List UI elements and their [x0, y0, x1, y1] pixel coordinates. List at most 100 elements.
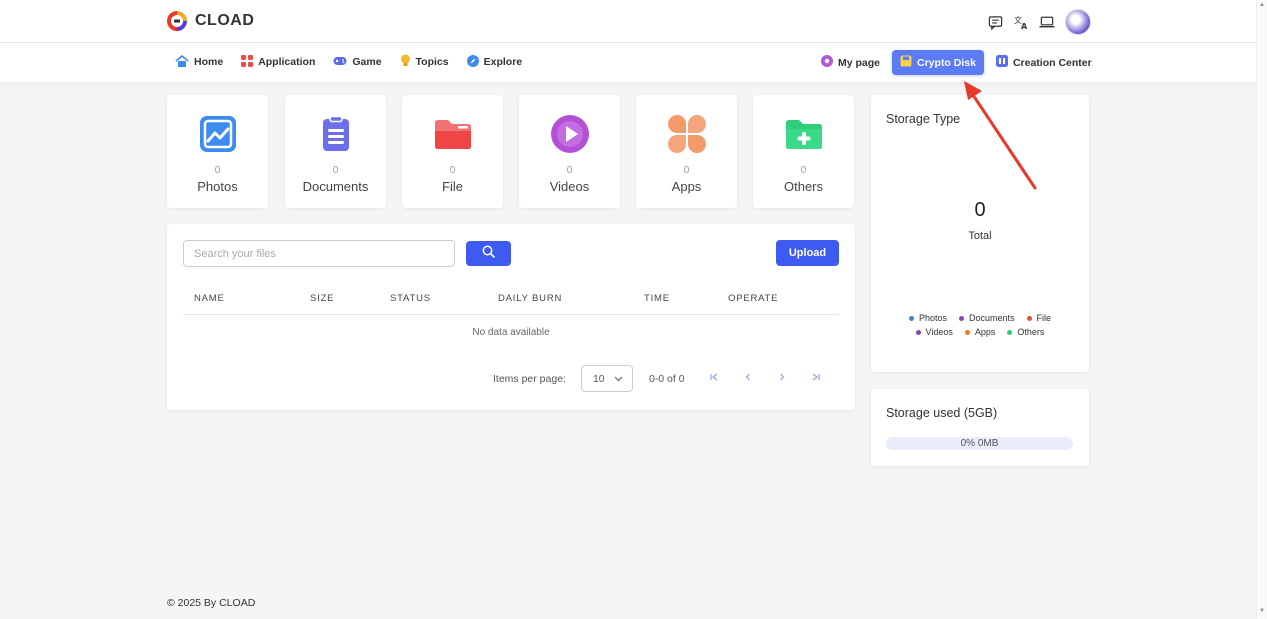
legend-item[interactable]: Documents	[958, 313, 1015, 323]
category-card-apps[interactable]: 0 Apps	[636, 95, 737, 208]
storage-used-title: Storage used (5GB)	[886, 406, 998, 420]
nav-my-page-label: My page	[838, 56, 881, 69]
play-icon	[550, 115, 589, 153]
last-page-icon[interactable]	[811, 372, 821, 385]
items-per-page-value: 10	[592, 372, 605, 385]
search-icon	[482, 245, 495, 263]
legend-dot	[964, 329, 970, 335]
legend-item[interactable]: File	[1026, 313, 1051, 323]
page-range: 0-0 of 0	[648, 372, 685, 385]
apps-icon	[667, 115, 706, 153]
legend-label: Photos	[918, 313, 947, 323]
items-per-page-select[interactable]: 10	[580, 365, 633, 392]
category-card-documents[interactable]: 0 Documents	[285, 95, 386, 208]
cload-logo-icon	[167, 11, 187, 31]
nav-application[interactable]: Application	[241, 54, 315, 70]
nav-crypto-disk-label: Crypto Disk	[917, 56, 976, 69]
category-label: Documents	[302, 179, 369, 194]
nav-topics[interactable]: Topics	[400, 54, 449, 70]
flower-icon	[821, 55, 833, 70]
nav-game[interactable]: Game	[333, 54, 382, 70]
category-card-others[interactable]: 0 Others	[753, 95, 854, 208]
nav-home-label: Home	[194, 56, 224, 68]
scroll-down-icon[interactable]: ▼	[1259, 608, 1265, 614]
legend-label: Apps	[974, 327, 996, 337]
grid-icon	[995, 55, 1008, 70]
category-label: Apps	[671, 179, 702, 194]
top-header: CLOAD 文A	[0, 0, 1256, 43]
nav-game-label: Game	[352, 56, 382, 68]
next-page-icon[interactable]	[777, 372, 787, 385]
legend-dot	[915, 329, 921, 335]
column-time[interactable]: TIME	[644, 293, 670, 304]
storage-total-value: 0	[974, 199, 986, 221]
category-count: 0	[683, 165, 690, 176]
category-count: 0	[566, 165, 573, 176]
legend-label: Others	[1017, 327, 1045, 337]
column-status[interactable]: STATUS	[390, 293, 431, 304]
legend-dot	[908, 315, 914, 321]
storage-usage-text: 0% 0MB	[960, 438, 999, 449]
column-size[interactable]: SIZE	[310, 293, 334, 304]
first-page-icon[interactable]	[709, 372, 719, 385]
legend-dot	[958, 315, 964, 321]
prev-page-icon[interactable]	[743, 372, 753, 385]
legend-item[interactable]: Others	[1007, 327, 1044, 337]
category-card-file[interactable]: 0 File	[402, 95, 503, 208]
category-card-videos[interactable]: 0 Videos	[519, 95, 620, 208]
nav-explore[interactable]: Explore	[466, 54, 522, 70]
logo[interactable]: CLOAD	[167, 11, 254, 31]
disk-icon	[900, 55, 912, 70]
files-table-header: NAME SIZE STATUS DAILY BURN TIME OPERATE	[183, 291, 839, 315]
search-input[interactable]	[183, 240, 455, 267]
nav-my-page[interactable]: My page	[819, 50, 882, 75]
storage-type-card: Storage Type 0 Total Photos Documents Fi…	[871, 95, 1089, 372]
column-operate[interactable]: OPERATE	[728, 293, 778, 304]
legend-item[interactable]: Apps	[964, 327, 996, 337]
apps-grid-icon	[241, 54, 254, 70]
category-count: 0	[332, 165, 339, 176]
gamepad-icon	[333, 56, 347, 69]
add-folder-icon	[785, 115, 823, 153]
compass-icon	[466, 54, 479, 70]
category-label: Videos	[549, 179, 590, 194]
storage-type-title: Storage Type	[886, 112, 961, 126]
category-label: Photos	[197, 179, 238, 194]
bulb-icon	[400, 54, 411, 70]
page-scrollbar[interactable]: ▲ ▼	[1256, 0, 1267, 619]
message-icon[interactable]	[987, 14, 1003, 30]
legend-dot	[1007, 329, 1013, 335]
translate-icon[interactable]: 文A	[1013, 14, 1029, 30]
avatar[interactable]	[1065, 9, 1091, 35]
category-card-photos[interactable]: 0 Photos	[167, 95, 268, 208]
nav-creation-center-label: Creation Center	[1012, 56, 1092, 69]
main-nav: Home Application Game Topics Explore My …	[0, 43, 1256, 82]
nav-crypto-disk[interactable]: Crypto Disk	[892, 50, 984, 75]
chevron-down-icon	[614, 373, 623, 385]
category-count: 0	[800, 165, 807, 176]
app-name: CLOAD	[195, 12, 255, 29]
storage-legend: Photos Documents File Videos Apps Others	[891, 313, 1069, 337]
category-label: File	[442, 179, 463, 194]
document-icon	[317, 115, 355, 153]
nav-home[interactable]: Home	[175, 54, 223, 70]
files-panel: Upload NAME SIZE STATUS DAILY BURN TIME …	[167, 224, 855, 410]
scroll-up-icon[interactable]: ▲	[1259, 2, 1265, 8]
legend-item[interactable]: Videos	[915, 327, 953, 337]
folder-icon	[434, 115, 472, 153]
empty-state-text: No data available	[472, 327, 550, 338]
legend-item[interactable]: Photos	[908, 313, 947, 323]
column-name[interactable]: NAME	[194, 293, 225, 304]
pagination: Items per page: 10 0-0 of 0	[493, 365, 821, 392]
search-button[interactable]	[466, 241, 511, 266]
category-label: Others	[783, 179, 823, 194]
upload-button[interactable]: Upload	[776, 240, 839, 266]
nav-creation-center[interactable]: Creation Center	[994, 50, 1094, 75]
svg-text:A: A	[1021, 22, 1028, 30]
legend-label: Documents	[968, 313, 1015, 323]
legend-label: Videos	[925, 327, 953, 337]
laptop-icon[interactable]	[1039, 14, 1055, 30]
storage-usage-bar: 0% 0MB	[886, 437, 1073, 450]
column-daily-burn[interactable]: DAILY BURN	[498, 293, 562, 304]
storage-total-label: Total	[968, 230, 992, 242]
